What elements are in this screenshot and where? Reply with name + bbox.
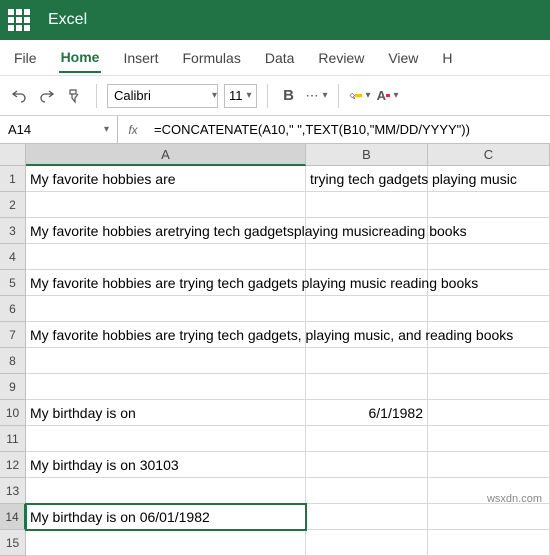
cell-a11[interactable] bbox=[26, 426, 306, 452]
redo-button[interactable] bbox=[36, 85, 58, 107]
row-header[interactable]: 12 bbox=[0, 452, 26, 478]
cell-b15[interactable] bbox=[306, 530, 428, 556]
cell-a12[interactable]: My birthday is on 30103 bbox=[26, 452, 306, 478]
separator bbox=[338, 84, 339, 108]
cell-a7[interactable]: My favorite hobbies are trying tech gadg… bbox=[26, 322, 306, 348]
menu-formulas[interactable]: Formulas bbox=[180, 44, 242, 72]
undo-button[interactable] bbox=[8, 85, 30, 107]
row-header[interactable]: 14 bbox=[0, 504, 26, 530]
separator bbox=[267, 84, 268, 108]
menu-data[interactable]: Data bbox=[263, 44, 297, 72]
formula-bar: A14 ▾ fx =CONCATENATE(A10," ",TEXT(B10,"… bbox=[0, 116, 550, 144]
cell-a3-text: My favorite hobbies aretrying tech gadge… bbox=[30, 223, 467, 239]
cell-b10[interactable]: 6/1/1982 bbox=[306, 400, 428, 426]
formula-input[interactable]: =CONCATENATE(A10," ",TEXT(B10,"MM/DD/YYY… bbox=[148, 122, 550, 137]
row-header[interactable]: 10 bbox=[0, 400, 26, 426]
cell-b11[interactable] bbox=[306, 426, 428, 452]
cell-b6[interactable] bbox=[306, 296, 428, 322]
font-selector[interactable]: Calibri ▾ bbox=[107, 84, 218, 108]
ribbon-toolbar: Calibri ▾ 11 ▾ B ⋯▾ ▾ A▾ bbox=[0, 76, 550, 116]
cell-b1[interactable]: trying tech gadgets bbox=[306, 166, 428, 192]
row-header[interactable]: 6 bbox=[0, 296, 26, 322]
cell-a9[interactable] bbox=[26, 374, 306, 400]
cell-c9[interactable] bbox=[428, 374, 550, 400]
menu-review[interactable]: Review bbox=[316, 44, 366, 72]
row-header[interactable]: 8 bbox=[0, 348, 26, 374]
cell-c4[interactable] bbox=[428, 244, 550, 270]
cell-b4[interactable] bbox=[306, 244, 428, 270]
cell-c2[interactable] bbox=[428, 192, 550, 218]
bold-button[interactable]: B bbox=[278, 85, 300, 107]
font-name: Calibri bbox=[108, 88, 208, 103]
menu-view[interactable]: View bbox=[386, 44, 420, 72]
cell-c12[interactable] bbox=[428, 452, 550, 478]
cell-b12[interactable] bbox=[306, 452, 428, 478]
cell-c1[interactable]: playing music bbox=[428, 166, 550, 192]
cell-a5[interactable]: My favorite hobbies are trying tech gadg… bbox=[26, 270, 306, 296]
cell-a2[interactable] bbox=[26, 192, 306, 218]
cell-a6[interactable] bbox=[26, 296, 306, 322]
cell-a15[interactable] bbox=[26, 530, 306, 556]
format-painter-button[interactable] bbox=[64, 85, 86, 107]
cell-c8[interactable] bbox=[428, 348, 550, 374]
row-header[interactable]: 11 bbox=[0, 426, 26, 452]
menu-home[interactable]: Home bbox=[59, 43, 102, 73]
cell-b8[interactable] bbox=[306, 348, 428, 374]
cell-a8[interactable] bbox=[26, 348, 306, 374]
font-color-button[interactable]: A▾ bbox=[377, 85, 399, 107]
cell-c11[interactable] bbox=[428, 426, 550, 452]
select-all-corner[interactable] bbox=[0, 144, 26, 166]
name-box-value: A14 bbox=[8, 122, 31, 137]
cell-a10[interactable]: My birthday is on bbox=[26, 400, 306, 426]
cell-a7-text: My favorite hobbies are trying tech gadg… bbox=[30, 327, 513, 343]
cell-b2[interactable] bbox=[306, 192, 428, 218]
col-header-c[interactable]: C bbox=[428, 144, 550, 166]
cell-a5-text: My favorite hobbies are trying tech gadg… bbox=[30, 275, 478, 291]
row-header[interactable]: 5 bbox=[0, 270, 26, 296]
cell-c6[interactable] bbox=[428, 296, 550, 322]
cell-a14[interactable]: My birthday is on 06/01/1982 bbox=[26, 504, 306, 530]
cell-a1[interactable]: My favorite hobbies are bbox=[26, 166, 306, 192]
app-launcher-icon[interactable] bbox=[8, 9, 30, 31]
row-header[interactable]: 7 bbox=[0, 322, 26, 348]
menu-insert[interactable]: Insert bbox=[121, 44, 160, 72]
menu-h[interactable]: H bbox=[440, 44, 454, 72]
col-header-b[interactable]: B bbox=[306, 144, 428, 166]
fx-label[interactable]: fx bbox=[118, 123, 148, 137]
name-box[interactable]: A14 ▾ bbox=[0, 116, 118, 143]
chevron-down-icon: ▾ bbox=[247, 90, 252, 101]
row-header[interactable]: 4 bbox=[0, 244, 26, 270]
chevron-down-icon: ▾ bbox=[212, 90, 217, 101]
more-font-button[interactable]: ⋯▾ bbox=[306, 85, 328, 107]
cell-c10[interactable] bbox=[428, 400, 550, 426]
cell-b9[interactable] bbox=[306, 374, 428, 400]
title-bar: Excel bbox=[0, 0, 550, 40]
col-header-a[interactable]: A bbox=[26, 144, 306, 166]
row-header[interactable]: 3 bbox=[0, 218, 26, 244]
row-header[interactable]: 1 bbox=[0, 166, 26, 192]
font-size-selector[interactable]: 11 ▾ bbox=[224, 84, 257, 108]
row-header[interactable]: 13 bbox=[0, 478, 26, 504]
menu-file[interactable]: File bbox=[12, 44, 39, 72]
cell-a3[interactable]: My favorite hobbies aretrying tech gadge… bbox=[26, 218, 306, 244]
menu-bar: File Home Insert Formulas Data Review Vi… bbox=[0, 40, 550, 76]
cell-b14[interactable] bbox=[306, 504, 428, 530]
cell-c15[interactable] bbox=[428, 530, 550, 556]
cell-a13[interactable] bbox=[26, 478, 306, 504]
app-name: Excel bbox=[48, 11, 87, 29]
separator bbox=[96, 84, 97, 108]
row-header[interactable]: 2 bbox=[0, 192, 26, 218]
fill-color-button[interactable]: ▾ bbox=[349, 85, 371, 107]
font-size: 11 bbox=[229, 88, 243, 103]
row-header[interactable]: 15 bbox=[0, 530, 26, 556]
spreadsheet-grid: A B C 1 My favorite hobbies are trying t… bbox=[0, 144, 550, 556]
cell-b13[interactable] bbox=[306, 478, 428, 504]
cell-c14[interactable] bbox=[428, 504, 550, 530]
watermark: wsxdn.com bbox=[487, 493, 542, 505]
chevron-down-icon: ▾ bbox=[104, 124, 109, 135]
cell-a4[interactable] bbox=[26, 244, 306, 270]
row-header[interactable]: 9 bbox=[0, 374, 26, 400]
